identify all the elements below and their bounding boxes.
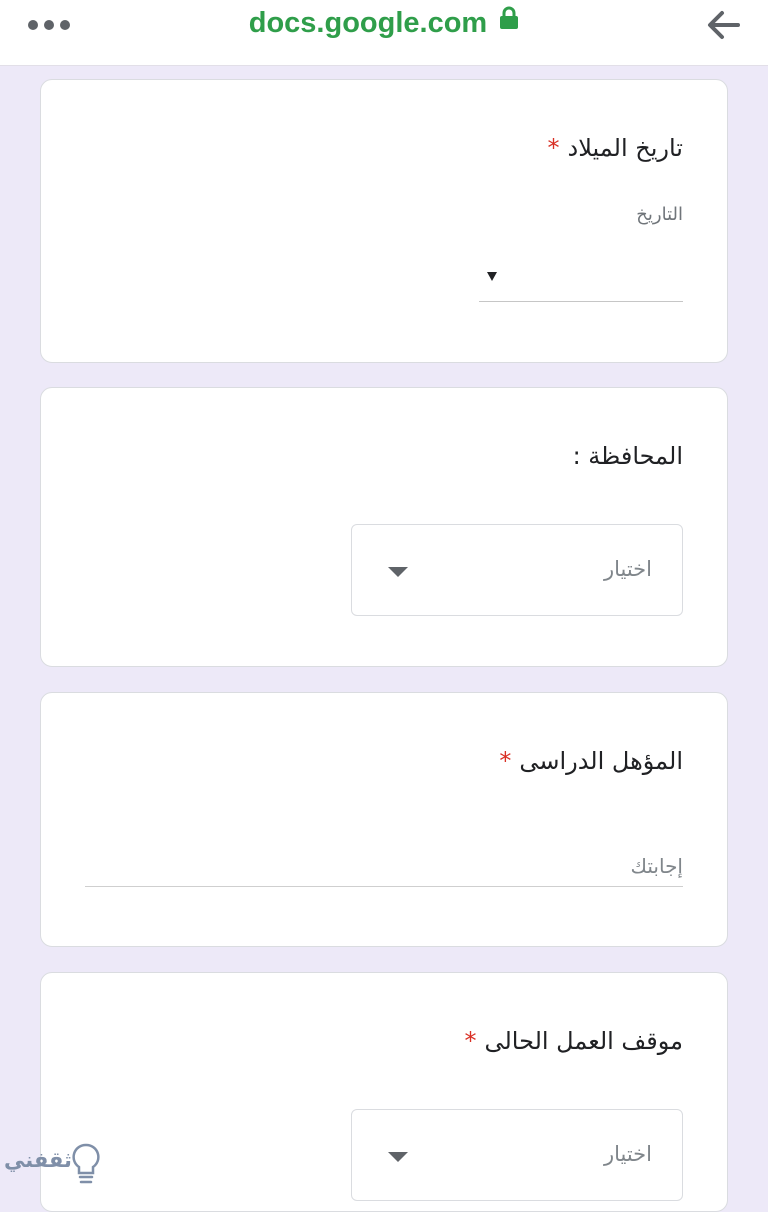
browser-address-bar: docs.google.com bbox=[0, 0, 768, 66]
arrow-back-icon[interactable] bbox=[706, 10, 740, 40]
required-asterisk: * bbox=[464, 1027, 477, 1055]
watermark-logo: ثقفني bbox=[4, 1142, 102, 1188]
address-url[interactable]: docs.google.com bbox=[0, 5, 768, 40]
question-title: تاريخ الميلاد* bbox=[547, 134, 684, 162]
date-sub-label: التاريخ bbox=[636, 204, 683, 225]
question-title: المؤهل الدراسى* bbox=[499, 747, 683, 775]
url-text: docs.google.com bbox=[248, 7, 488, 39]
chevron-down-icon bbox=[388, 1152, 408, 1162]
education-answer-input[interactable] bbox=[85, 845, 683, 887]
dropdown-arrow-icon bbox=[487, 272, 497, 281]
question-card-governorate: المحافظة : اختيار bbox=[40, 387, 728, 667]
watermark-text: ثقفني bbox=[4, 1148, 72, 1172]
question-card-education: المؤهل الدراسى* bbox=[40, 692, 728, 947]
employment-dropdown[interactable]: اختيار bbox=[351, 1109, 683, 1201]
question-card-employment: موقف العمل الحالى* اختيار bbox=[40, 972, 728, 1212]
required-asterisk: * bbox=[499, 747, 512, 775]
dropdown-selected-text: اختيار bbox=[603, 1142, 652, 1166]
dropdown-selected-text: اختيار bbox=[603, 557, 652, 581]
question-card-birth-date: تاريخ الميلاد* التاريخ bbox=[40, 79, 728, 363]
governorate-dropdown[interactable]: اختيار bbox=[351, 524, 683, 616]
required-asterisk: * bbox=[547, 134, 560, 162]
question-title: موقف العمل الحالى* bbox=[464, 1027, 683, 1055]
date-underline bbox=[479, 301, 683, 302]
lightbulb-icon bbox=[72, 1143, 100, 1184]
question-title: المحافظة : bbox=[572, 442, 683, 470]
lock-icon bbox=[499, 5, 519, 38]
date-input[interactable] bbox=[479, 250, 683, 302]
chevron-down-icon bbox=[388, 567, 408, 577]
